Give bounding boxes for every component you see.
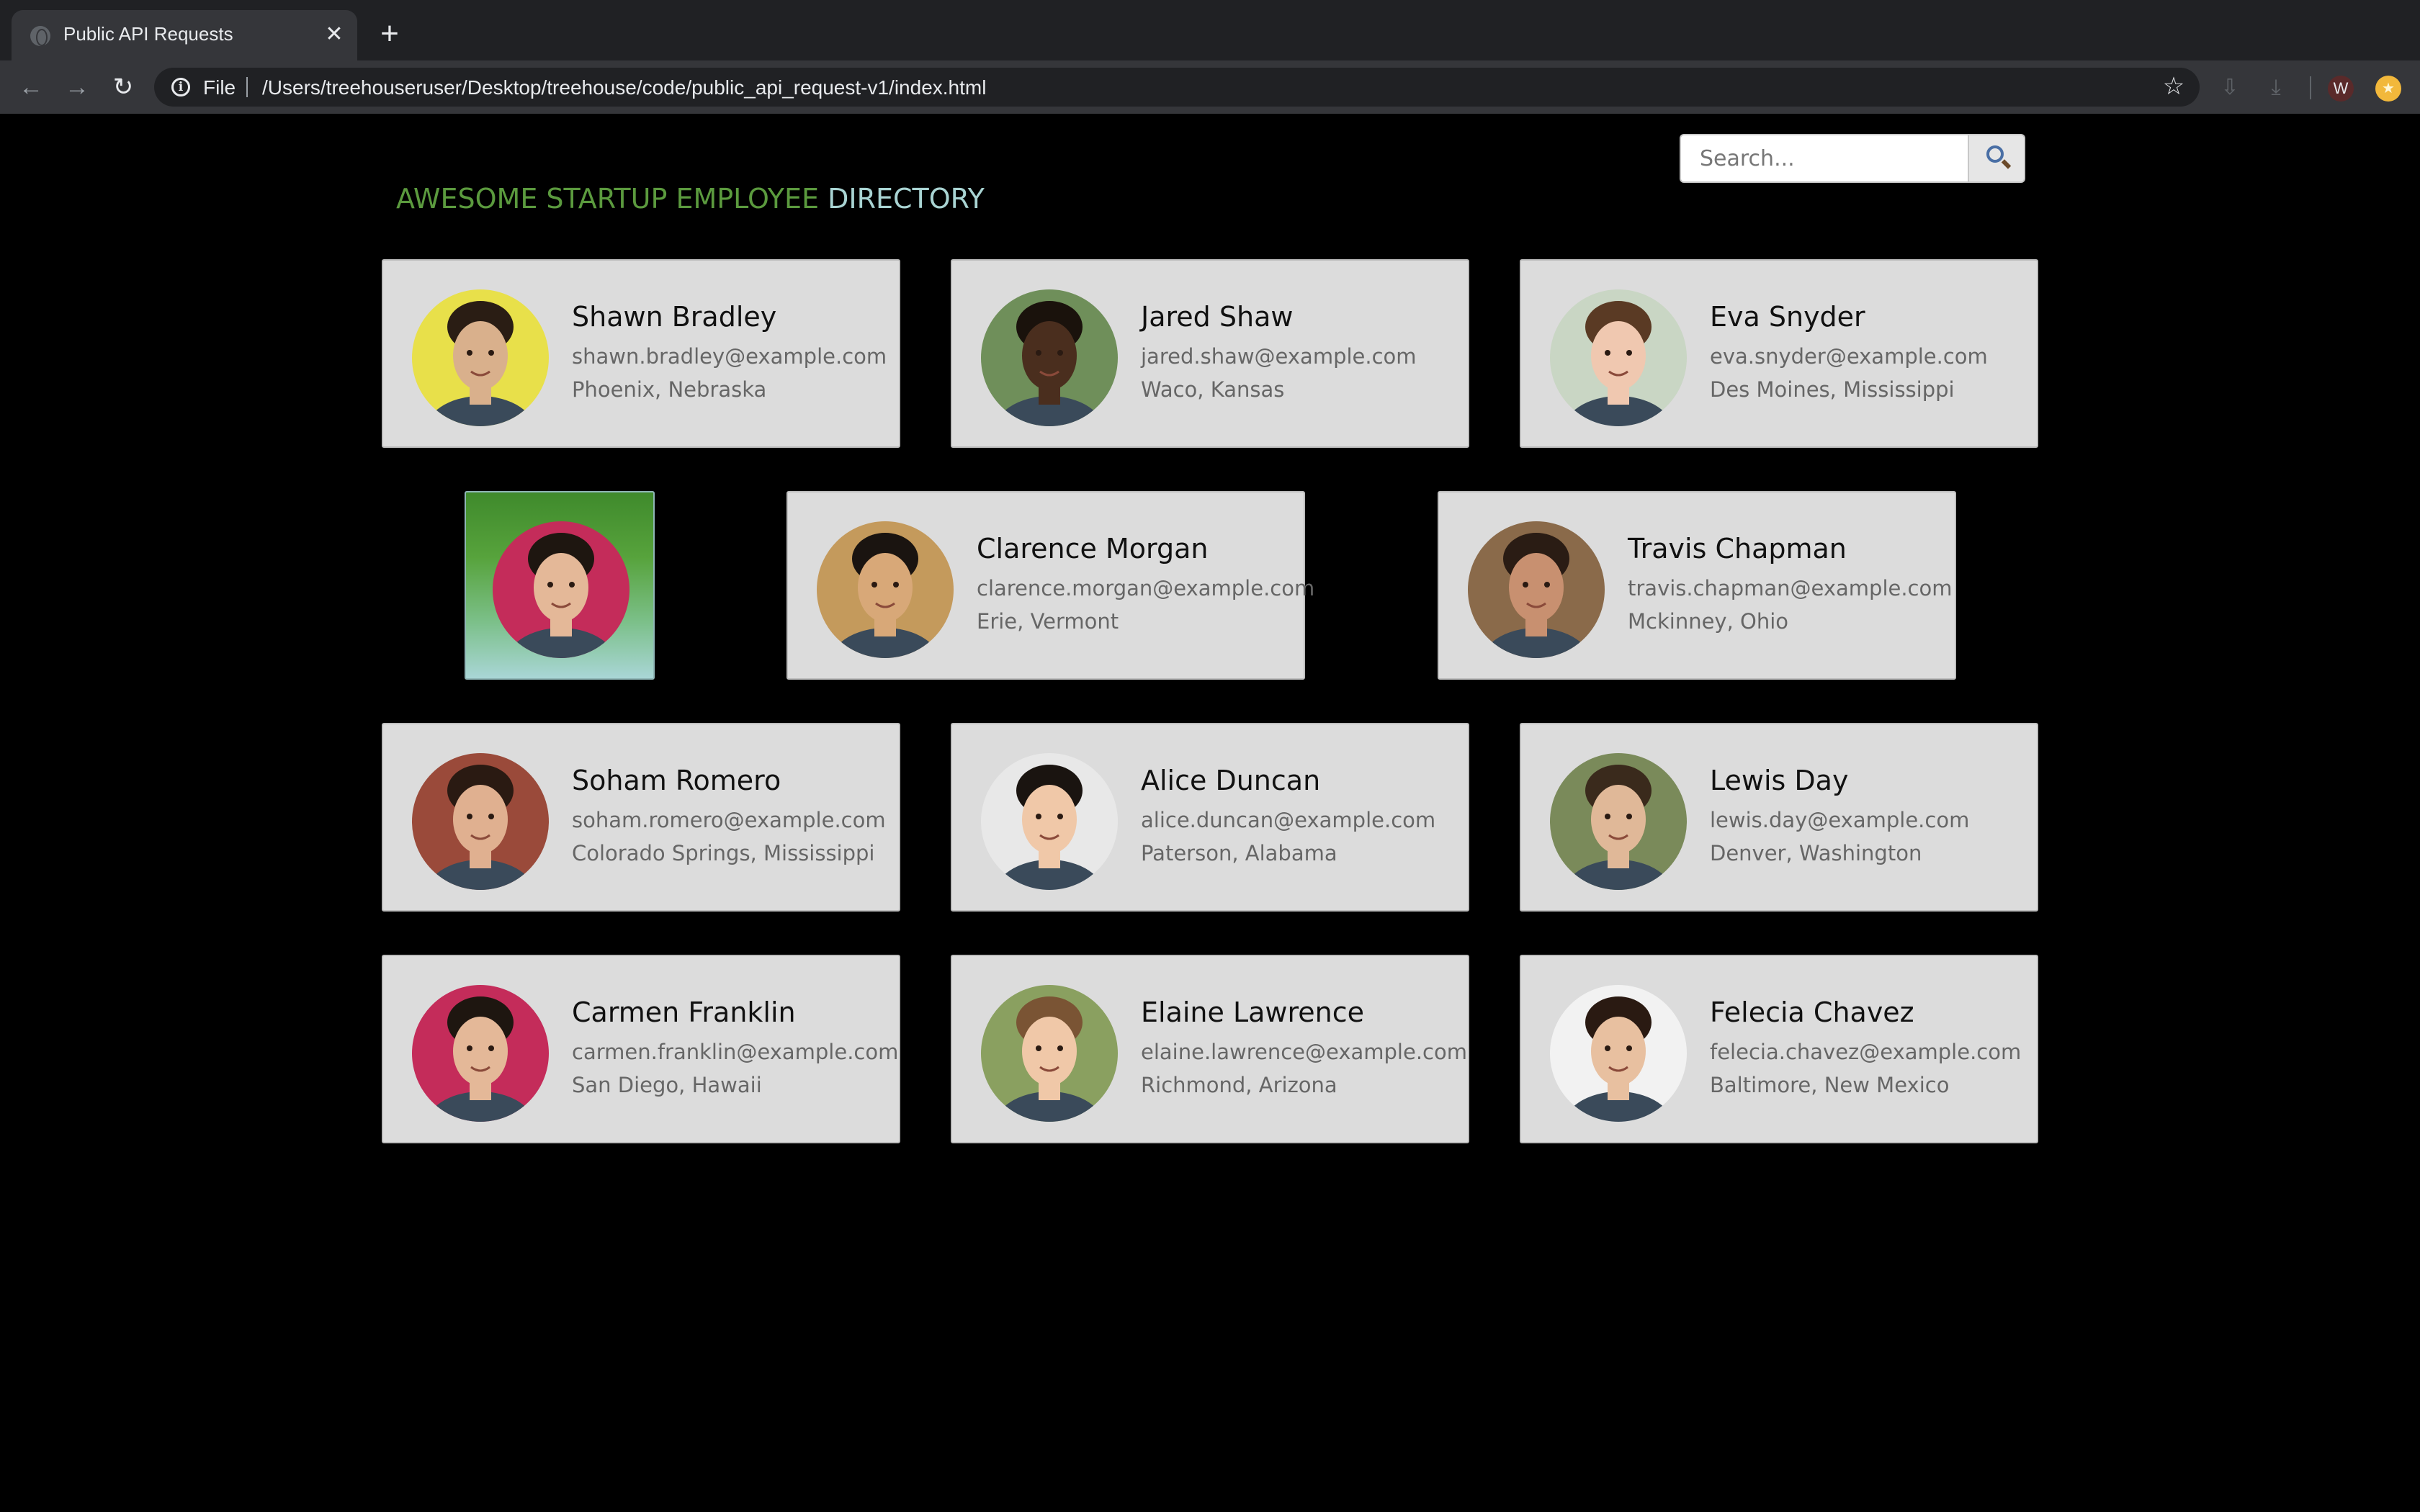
new-tab-button[interactable]: + <box>372 16 408 52</box>
employee-location: San Diego, Hawaii <box>572 1073 762 1097</box>
employee-location: Baltimore, New Mexico <box>1710 1073 1950 1097</box>
employee-location: Des Moines, Mississippi <box>1710 377 1955 402</box>
employee-location: Denver, Washington <box>1710 841 1922 865</box>
search-button[interactable] <box>1968 134 2025 183</box>
employee-avatar <box>981 753 1118 890</box>
browser-tabstrip: Public API Requests ✕ + <box>0 0 2420 60</box>
close-icon[interactable]: ✕ <box>320 20 349 49</box>
employee-name: Alice Duncan <box>1141 765 1321 796</box>
url-text[interactable]: /Users/treehouseruser/Desktop/treehouse/… <box>262 76 986 99</box>
employee-avatar <box>1550 985 1687 1122</box>
search-input[interactable] <box>1680 134 1969 183</box>
page-title-secondary: DIRECTORY <box>828 183 985 215</box>
employee-email: elaine.lawrence@example.com <box>1141 1040 1467 1064</box>
employee-avatar <box>1550 289 1687 426</box>
employee-avatar <box>981 985 1118 1122</box>
employee-card[interactable]: Alice Duncan alice.duncan@example.com Pate… <box>951 723 1469 912</box>
employee-avatar <box>1550 753 1687 890</box>
employee-location: Paterson, Alabama <box>1141 841 1337 865</box>
globe-icon <box>30 26 50 46</box>
employee-card[interactable]: Shawn Bradley shawn.bradley@example.com Ph… <box>382 259 900 448</box>
browser-tab[interactable]: Public API Requests ✕ <box>12 10 357 60</box>
scheme-label: File <box>203 76 236 99</box>
employee-name: Travis Chapman <box>1628 533 1847 564</box>
employee-location: Phoenix, Nebraska <box>572 377 767 402</box>
page-content: AWESOME STARTUP EMPLOYEE DIRECTORY Shawn… <box>0 114 2420 1512</box>
employee-name: Carmen Franklin <box>572 996 796 1028</box>
employee-avatar <box>412 985 549 1122</box>
info-icon[interactable]: i <box>171 78 190 96</box>
employee-name: Jared Shaw <box>1141 301 1294 333</box>
search-form <box>1680 134 2025 183</box>
employee-email: alice.duncan@example.com <box>1141 808 1436 832</box>
update-icon[interactable]: ★ <box>2375 76 2401 102</box>
employee-location: Waco, Kansas <box>1141 377 1285 402</box>
employee-email: jared.shaw@example.com <box>1141 344 1417 369</box>
employee-location: Erie, Vermont <box>977 609 1119 634</box>
employee-card[interactable]: Travis Chapman travis.chapman@example.com… <box>1438 491 1956 680</box>
employee-avatar <box>817 521 954 658</box>
toolbar-divider <box>2310 76 2311 99</box>
download-icon[interactable]: ⤓ <box>2263 75 2289 101</box>
employee-email: travis.chapman@example.com <box>1628 576 1953 600</box>
employee-email: eva.snyder@example.com <box>1710 344 1988 369</box>
tab-title: Public API Requests <box>63 23 233 45</box>
employee-email: shawn.bradley@example.com <box>572 344 887 369</box>
employee-card[interactable]: Felecia Chavez felecia.chavez@example.com… <box>1520 955 2038 1143</box>
employee-card[interactable]: Clarence Morgan clarence.morgan@example.c… <box>786 491 1314 680</box>
employee-card[interactable] <box>465 491 655 680</box>
employee-name: Felecia Chavez <box>1710 996 1914 1028</box>
employee-name: Shawn Bradley <box>572 301 777 333</box>
profile-avatar[interactable]: W <box>2328 76 2354 102</box>
magnifier-icon <box>1986 145 2004 163</box>
employee-name: Clarence Morgan <box>977 533 1209 564</box>
employee-card[interactable]: Carmen Franklin carmen.franklin@example.c… <box>382 955 900 1143</box>
page-title-primary: AWESOME STARTUP EMPLOYEE <box>396 183 820 215</box>
employee-avatar <box>493 521 629 658</box>
employee-name: Soham Romero <box>572 765 781 796</box>
page-title: AWESOME STARTUP EMPLOYEE DIRECTORY <box>396 183 985 215</box>
employee-email: felecia.chavez@example.com <box>1710 1040 2022 1064</box>
back-arrow-icon[interactable]: ← <box>14 71 48 104</box>
forward-arrow-icon[interactable]: → <box>60 71 94 104</box>
reload-icon[interactable]: ↻ <box>107 71 140 104</box>
employee-avatar <box>412 753 549 890</box>
employee-email: clarence.morgan@example.com <box>977 576 1315 600</box>
employee-email: soham.romero@example.com <box>572 808 886 832</box>
address-bar[interactable]: i File /Users/treehouseruser/Desktop/tre… <box>154 68 2200 107</box>
employee-name: Eva Snyder <box>1710 301 1865 333</box>
employee-card[interactable]: Elaine Lawrence elaine.lawrence@example.c… <box>951 955 1469 1143</box>
employee-card[interactable]: Jared Shaw jared.shaw@example.com Waco, Ka… <box>951 259 1469 448</box>
employee-card[interactable]: Soham Romero soham.romero@example.com Colo… <box>382 723 900 912</box>
employee-avatar <box>981 289 1118 426</box>
address-divider <box>246 77 248 97</box>
employee-card[interactable]: Eva Snyder eva.snyder@example.com Des Moin… <box>1520 259 2038 448</box>
employee-location: Richmond, Arizona <box>1141 1073 1337 1097</box>
employee-location: Colorado Springs, Mississippi <box>572 841 875 865</box>
employee-avatar <box>412 289 549 426</box>
employee-email: carmen.franklin@example.com <box>572 1040 899 1064</box>
browser-toolbar: ← → ↻ i File /Users/treehouseruser/Deskt… <box>0 60 2420 114</box>
star-icon[interactable]: ☆ <box>2159 72 2188 101</box>
employee-avatar <box>1468 521 1605 658</box>
employee-card[interactable]: Lewis Day lewis.day@example.com Denver, Wa… <box>1520 723 2038 912</box>
employee-name: Lewis Day <box>1710 765 1849 796</box>
employee-location: Mckinney, Ohio <box>1628 609 1789 634</box>
employee-name: Elaine Lawrence <box>1141 996 1365 1028</box>
employee-email: lewis.day@example.com <box>1710 808 1970 832</box>
download-shield-icon[interactable]: ⇩ <box>2217 75 2243 101</box>
